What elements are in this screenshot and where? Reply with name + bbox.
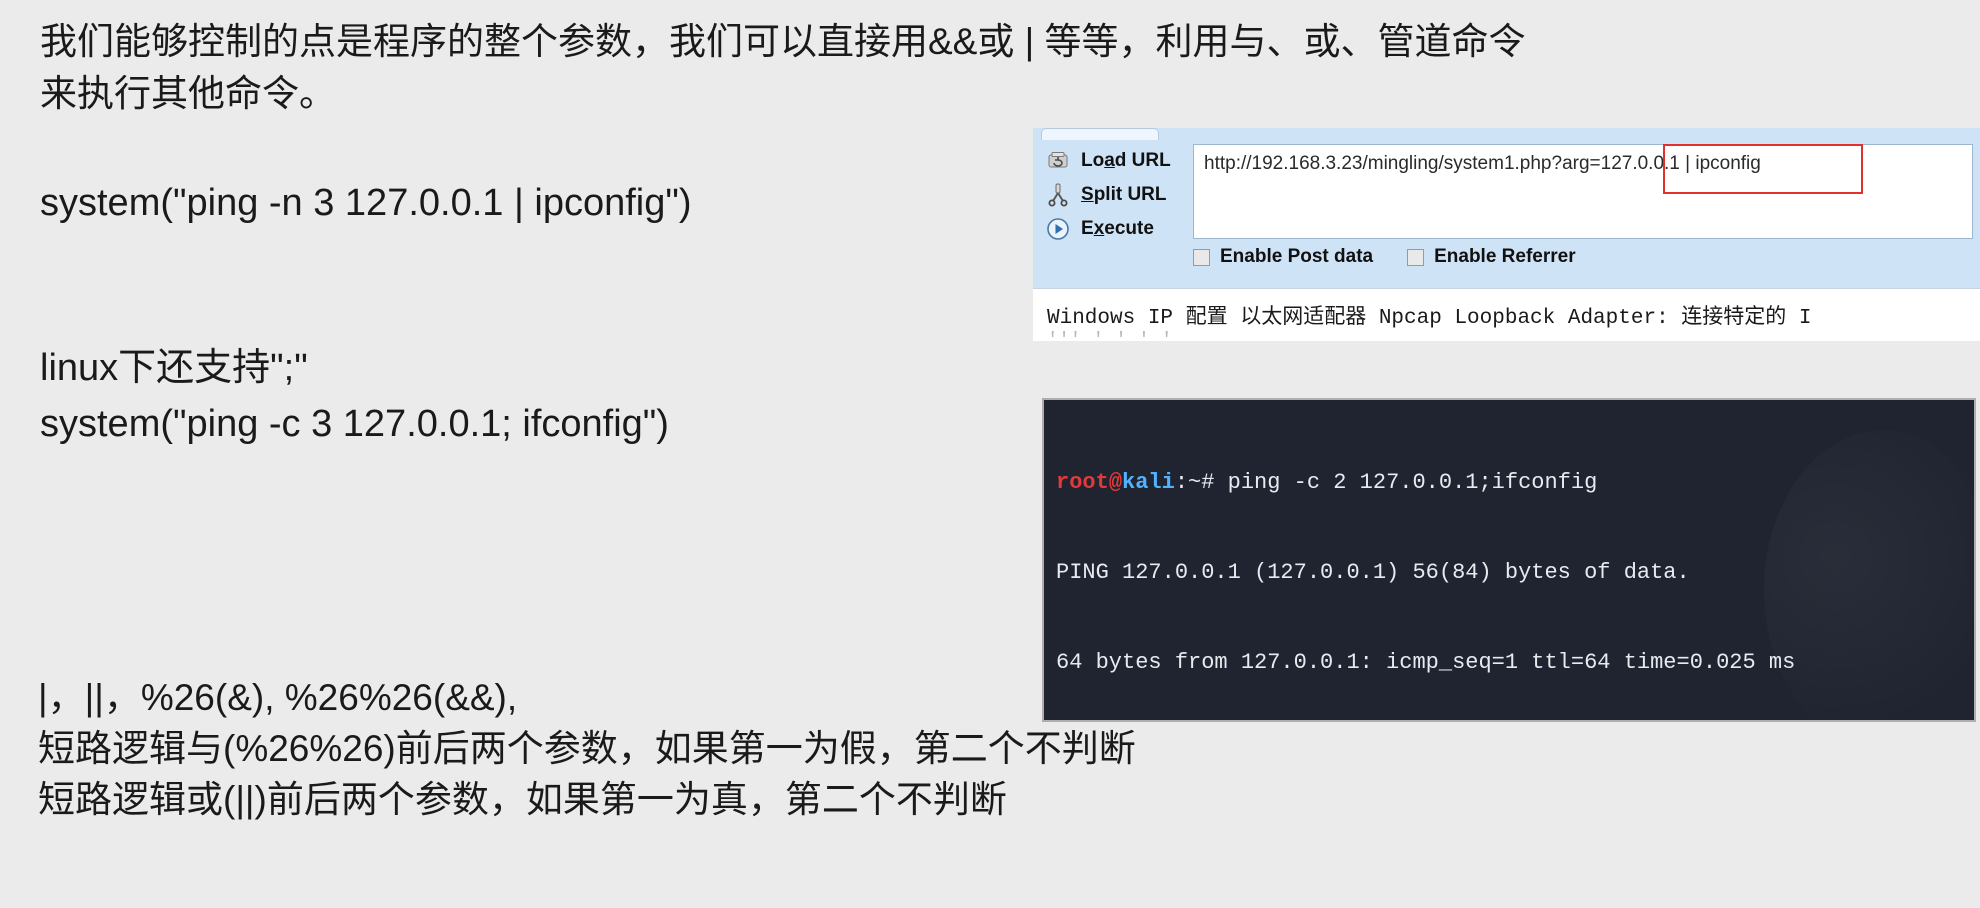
execute-label: Execute [1081,218,1154,239]
checkbox-box[interactable] [1407,248,1425,266]
url-input[interactable]: http://192.168.3.23/mingling/system1.php… [1194,145,1972,175]
linux-semicolon-example: linux下还支持";" system("ping -c 3 127.0.0.1… [40,347,669,445]
load-url-button[interactable]: Load URL [1037,144,1187,178]
split-url-icon [1043,182,1073,208]
windows-ipconfig-line: Windows IP 配置 以太网适配器 Npcap Loopback Adap… [1047,307,1812,330]
enable-referrer-checkbox[interactable]: Enable Referrer [1407,246,1576,268]
execute-button[interactable]: Execute [1037,212,1187,246]
checkbox-box[interactable] [1193,248,1210,266]
load-url-label: Load URL [1081,150,1171,171]
windows-ipconfig-output: Windows IP 配置 以太网适配器 Npcap Loopback Adap… [1033,288,1980,341]
terminal-user: root [1056,470,1109,495]
terminal-path: :~# [1174,470,1228,495]
enable-referrer-label: Enable Referrer [1434,246,1576,267]
enable-post-data-label: Enable Post data [1220,246,1374,267]
hackbar-panel: Load URL Split URL Execute http://192.16… [1033,128,1980,288]
terminal-host: kali [1122,470,1175,495]
terminal-at-symbol: @ [1108,470,1123,495]
intro-paragraph: 我们能够控制的点是程序的整个参数，我们可以直接用&&或 | 等等，利用与、或、管… [40,21,1526,114]
terminal-line: PING 127.0.0.1 (127.0.0.1) 56(84) bytes … [1056,560,1690,585]
load-url-icon [1043,148,1073,174]
execute-icon [1043,216,1073,242]
operators-explanation: |，||，%26(&), %26%26(&&), 短路逻辑与(%26%26)前后… [38,677,1136,820]
split-url-button[interactable]: Split URL [1037,178,1187,212]
kali-terminal[interactable]: root@kali:~# ping -c 2 127.0.0.1;ifconfi… [1044,400,1974,720]
windows-ipconfig-clipped-line: ''' ' ' ' ' [1047,329,1173,341]
terminal-prompt-line: root@kali:~# ping -c 2 127.0.0.1;ifconfi… [1056,468,1848,498]
split-url-label: Split URL [1081,184,1167,205]
terminal-output: root@kali:~# ping -c 2 127.0.0.1;ifconfi… [1056,408,1848,720]
enable-post-data-checkbox[interactable]: Enable Post data [1193,246,1373,268]
url-input-wrapper[interactable]: http://192.168.3.23/mingling/system1.php… [1193,144,1973,239]
hackbar-action-list: Load URL Split URL Execute [1037,144,1187,246]
hackbar-options: Enable Post data Enable Referrer [1193,246,1576,268]
system-pipe-example: system("ping -n 3 127.0.0.1 | ipconfig") [40,182,692,224]
hackbar-tab-strip[interactable] [1041,128,1159,140]
terminal-command: ping -c 2 127.0.0.1;ifconfig [1227,470,1598,495]
terminal-line: 64 bytes from 127.0.0.1: icmp_seq=1 ttl=… [1056,650,1796,675]
